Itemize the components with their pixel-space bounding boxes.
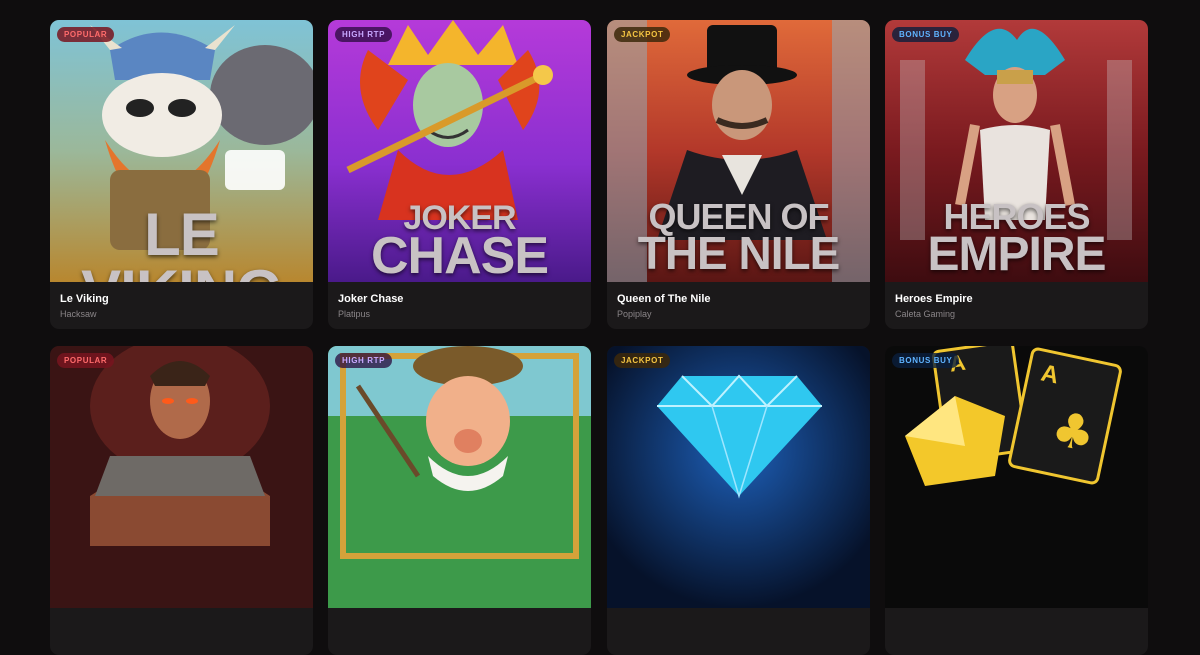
game-card-queen-of-the-nile[interactable]: QUEEN OF THE NILE JACKPOT Queen of The N…: [607, 20, 870, 329]
badge-jackpot: JACKPOT: [614, 353, 671, 368]
art-title-line-2: THE NILE: [637, 227, 841, 279]
game-title[interactable]: Joker Chase: [338, 293, 403, 305]
game-provider: Caleta Gaming: [895, 309, 956, 319]
game-thumbnail[interactable]: JACKPOT: [607, 346, 870, 608]
diamond-artwork: [607, 346, 870, 608]
game-card-joker-chase[interactable]: JOKER CHASE HIGH RTP Joker Chase Platipu…: [328, 20, 591, 329]
badge-popular: POPULAR: [57, 353, 115, 368]
game-card-le-viking[interactable]: LE VIKING POPULAR Le Viking Hacksaw: [50, 20, 313, 329]
game-thumbnail[interactable]: A A ♣ BONUS BUY: [885, 346, 1148, 608]
badge-high-rtp: HIGH RTP: [335, 27, 393, 42]
game-thumbnail[interactable]: POPULAR: [50, 346, 313, 608]
game-thumbnail[interactable]: HIGH RTP: [328, 346, 591, 608]
game-card-diamond[interactable]: JACKPOT: [607, 346, 870, 655]
game-thumbnail[interactable]: QUEEN OF THE NILE JACKPOT: [607, 20, 870, 282]
game-provider: Hacksaw: [60, 309, 97, 319]
card-info: Le Viking Hacksaw: [50, 282, 313, 329]
card-info: Heroes Empire Caleta Gaming: [885, 282, 1148, 329]
game-thumbnail[interactable]: HEROES EMPIRE BONUS BUY: [885, 20, 1148, 282]
art-title-line-2: EMPIRE: [927, 228, 1106, 281]
game-provider: Popiplay: [617, 309, 652, 319]
card-info: Queen of The Nile Popiplay: [607, 282, 870, 329]
gold-aces-artwork: A A ♣: [885, 346, 1148, 608]
badge-popular: POPULAR: [57, 27, 115, 42]
game-title[interactable]: Heroes Empire: [895, 293, 973, 305]
badge-high-rtp: HIGH RTP: [335, 353, 393, 368]
art-title-line-2: CHASE: [370, 227, 549, 282]
game-provider: Platipus: [338, 309, 371, 319]
game-card-heroes-empire[interactable]: HEROES EMPIRE BONUS BUY Heroes Empire Ca…: [885, 20, 1148, 329]
game-title[interactable]: Queen of The Nile: [617, 293, 711, 305]
card-info: Joker Chase Platipus: [328, 282, 591, 329]
game-thumbnail[interactable]: JOKER CHASE HIGH RTP: [328, 20, 591, 282]
badge-bonus-buy: BONUS BUY: [892, 27, 960, 42]
badge-jackpot: JACKPOT: [614, 27, 671, 42]
game-title[interactable]: Le Viking: [60, 293, 109, 305]
game-card-gold-aces[interactable]: A A ♣ BONUS BUY: [885, 346, 1148, 655]
game-thumbnail[interactable]: LE VIKING POPULAR: [50, 20, 313, 282]
gladiator-artwork: [50, 346, 313, 608]
game-card-gladiator[interactable]: POPULAR: [50, 346, 313, 655]
game-card-fisherman[interactable]: HIGH RTP: [328, 346, 591, 655]
badge-bonus-buy: BONUS BUY: [892, 353, 960, 368]
fisherman-artwork: [328, 346, 591, 608]
art-title: LE VIKING: [81, 201, 283, 283]
